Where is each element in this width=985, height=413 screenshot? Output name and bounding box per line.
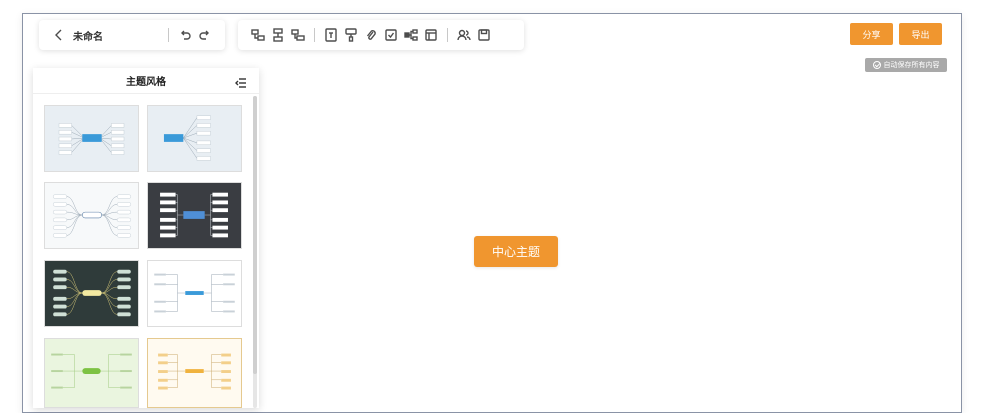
collapse-panel-icon[interactable] — [235, 74, 249, 88]
theme-thumbnail[interactable] — [147, 338, 242, 408]
text-icon[interactable] — [321, 25, 341, 45]
divider — [168, 28, 169, 42]
summary-icon[interactable] — [421, 25, 441, 45]
sibling-node-icon[interactable] — [248, 25, 268, 45]
attachment-icon[interactable] — [361, 25, 381, 45]
theme-panel: 主题风格 — [33, 68, 259, 408]
collaborate-icon[interactable] — [454, 25, 474, 45]
back-icon[interactable] — [49, 25, 69, 45]
theme-thumbnail[interactable] — [147, 260, 242, 327]
theme-thumbnail[interactable] — [147, 182, 242, 249]
panel-scrollbar-thumb[interactable] — [253, 96, 257, 374]
parent-node-icon[interactable] — [288, 25, 308, 45]
check-circle-icon — [872, 61, 881, 69]
divider — [447, 28, 448, 42]
save-icon[interactable] — [474, 25, 494, 45]
autosave-text: 自动保存所有内容 — [883, 61, 940, 69]
theme-thumbnail[interactable] — [44, 338, 139, 408]
theme-thumbnail[interactable] — [147, 105, 242, 172]
theme-panel-title: 主题风格 — [126, 77, 166, 88]
title-toolbar: 未命名 — [39, 20, 225, 50]
theme-thumbnail[interactable] — [44, 260, 139, 327]
share-button[interactable]: 分享 — [850, 23, 893, 45]
central-topic-node[interactable]: 中心主题 — [474, 236, 558, 267]
child-node-icon[interactable] — [268, 25, 288, 45]
undo-icon[interactable] — [175, 25, 195, 45]
task-icon[interactable] — [381, 25, 401, 45]
export-button[interactable]: 导出 — [899, 23, 942, 45]
divider — [314, 28, 315, 42]
relation-icon[interactable] — [401, 25, 421, 45]
app-window: 未命名 分享 导出 自动保存所有内容 主题风格 中心主题 — [22, 13, 962, 413]
theme-thumbnail[interactable] — [44, 105, 139, 172]
autosave-badge: 自动保存所有内容 — [865, 58, 947, 72]
document-title[interactable]: 未命名 — [73, 28, 103, 43]
redo-icon[interactable] — [195, 25, 215, 45]
format-brush-icon[interactable] — [341, 25, 361, 45]
theme-thumbnail[interactable] — [44, 182, 139, 249]
theme-panel-header: 主题风格 — [33, 68, 259, 94]
edit-toolbar — [238, 20, 524, 50]
